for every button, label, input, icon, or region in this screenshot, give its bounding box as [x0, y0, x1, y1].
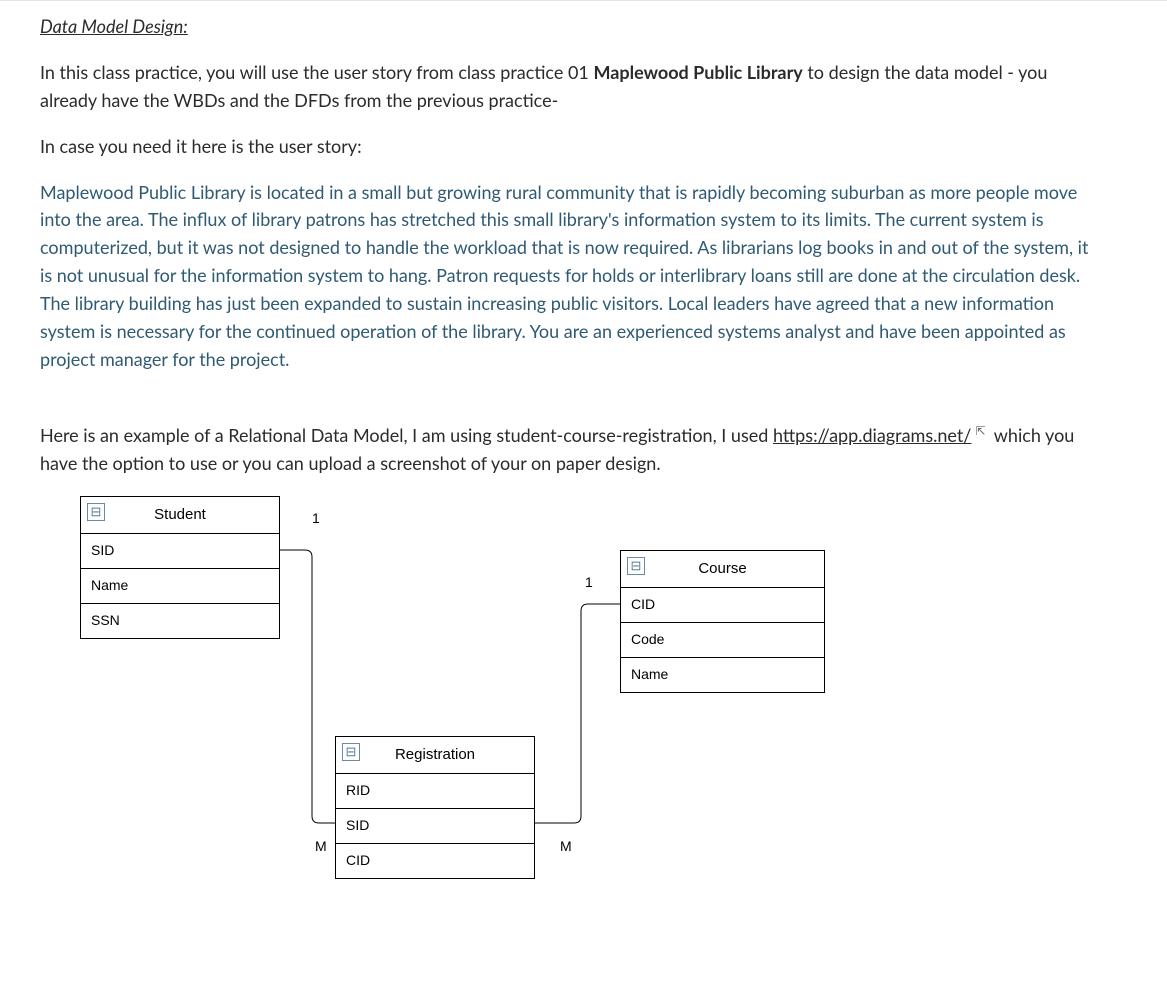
- cardinality-one-course: 1: [585, 572, 593, 594]
- attr-name: Name: [81, 569, 279, 604]
- example-text-1: Here is an example of a Relational Data …: [40, 424, 773, 446]
- intro-text-1: In this class practice, you will use the…: [40, 61, 593, 83]
- attr-code: Code: [621, 623, 824, 658]
- attr-rid: RID: [336, 774, 534, 809]
- diagrams-net-link[interactable]: https://app.diagrams.net/: [773, 424, 971, 446]
- need-line: In case you need it here is the user sto…: [40, 133, 1100, 161]
- attr-rsid: SID: [336, 809, 534, 844]
- example-paragraph: Here is an example of a Relational Data …: [40, 422, 1100, 478]
- attr-rcid: CID: [336, 844, 534, 878]
- entity-title-label: Student: [154, 503, 206, 526]
- cardinality-many-right: M: [560, 836, 572, 858]
- intro-bold: Maplewood Public Library: [593, 61, 802, 83]
- attr-cid: CID: [621, 588, 824, 623]
- collapse-icon[interactable]: ⊟: [627, 557, 645, 575]
- user-story: Maplewood Public Library is located in a…: [40, 179, 1100, 374]
- collapse-icon[interactable]: ⊟: [87, 503, 105, 521]
- er-diagram: ⊟ Student SID Name SSN ⊟ Course CID Code…: [40, 496, 840, 916]
- collapse-icon[interactable]: ⊟: [342, 743, 360, 761]
- entity-course-title: ⊟ Course: [621, 551, 824, 588]
- entity-course: ⊟ Course CID Code Name: [620, 550, 825, 693]
- attr-sid: SID: [81, 534, 279, 569]
- cardinality-one-student: 1: [312, 508, 320, 530]
- attr-cname: Name: [621, 658, 824, 692]
- entity-student-title: ⊟ Student: [81, 497, 279, 534]
- entity-student: ⊟ Student SID Name SSN: [80, 496, 280, 639]
- attr-ssn: SSN: [81, 604, 279, 638]
- document-page: Data Model Design: In this class practic…: [0, 0, 1167, 956]
- entity-registration-title: ⊟ Registration: [336, 737, 534, 774]
- cardinality-many-left: M: [315, 836, 327, 858]
- entity-title-label: Course: [698, 557, 746, 580]
- external-link-icon: ⇱: [975, 422, 985, 441]
- section-heading: Data Model Design:: [40, 13, 1127, 41]
- entity-registration: ⊟ Registration RID SID CID: [335, 736, 535, 879]
- entity-title-label: Registration: [395, 743, 475, 766]
- intro-paragraph: In this class practice, you will use the…: [40, 59, 1100, 115]
